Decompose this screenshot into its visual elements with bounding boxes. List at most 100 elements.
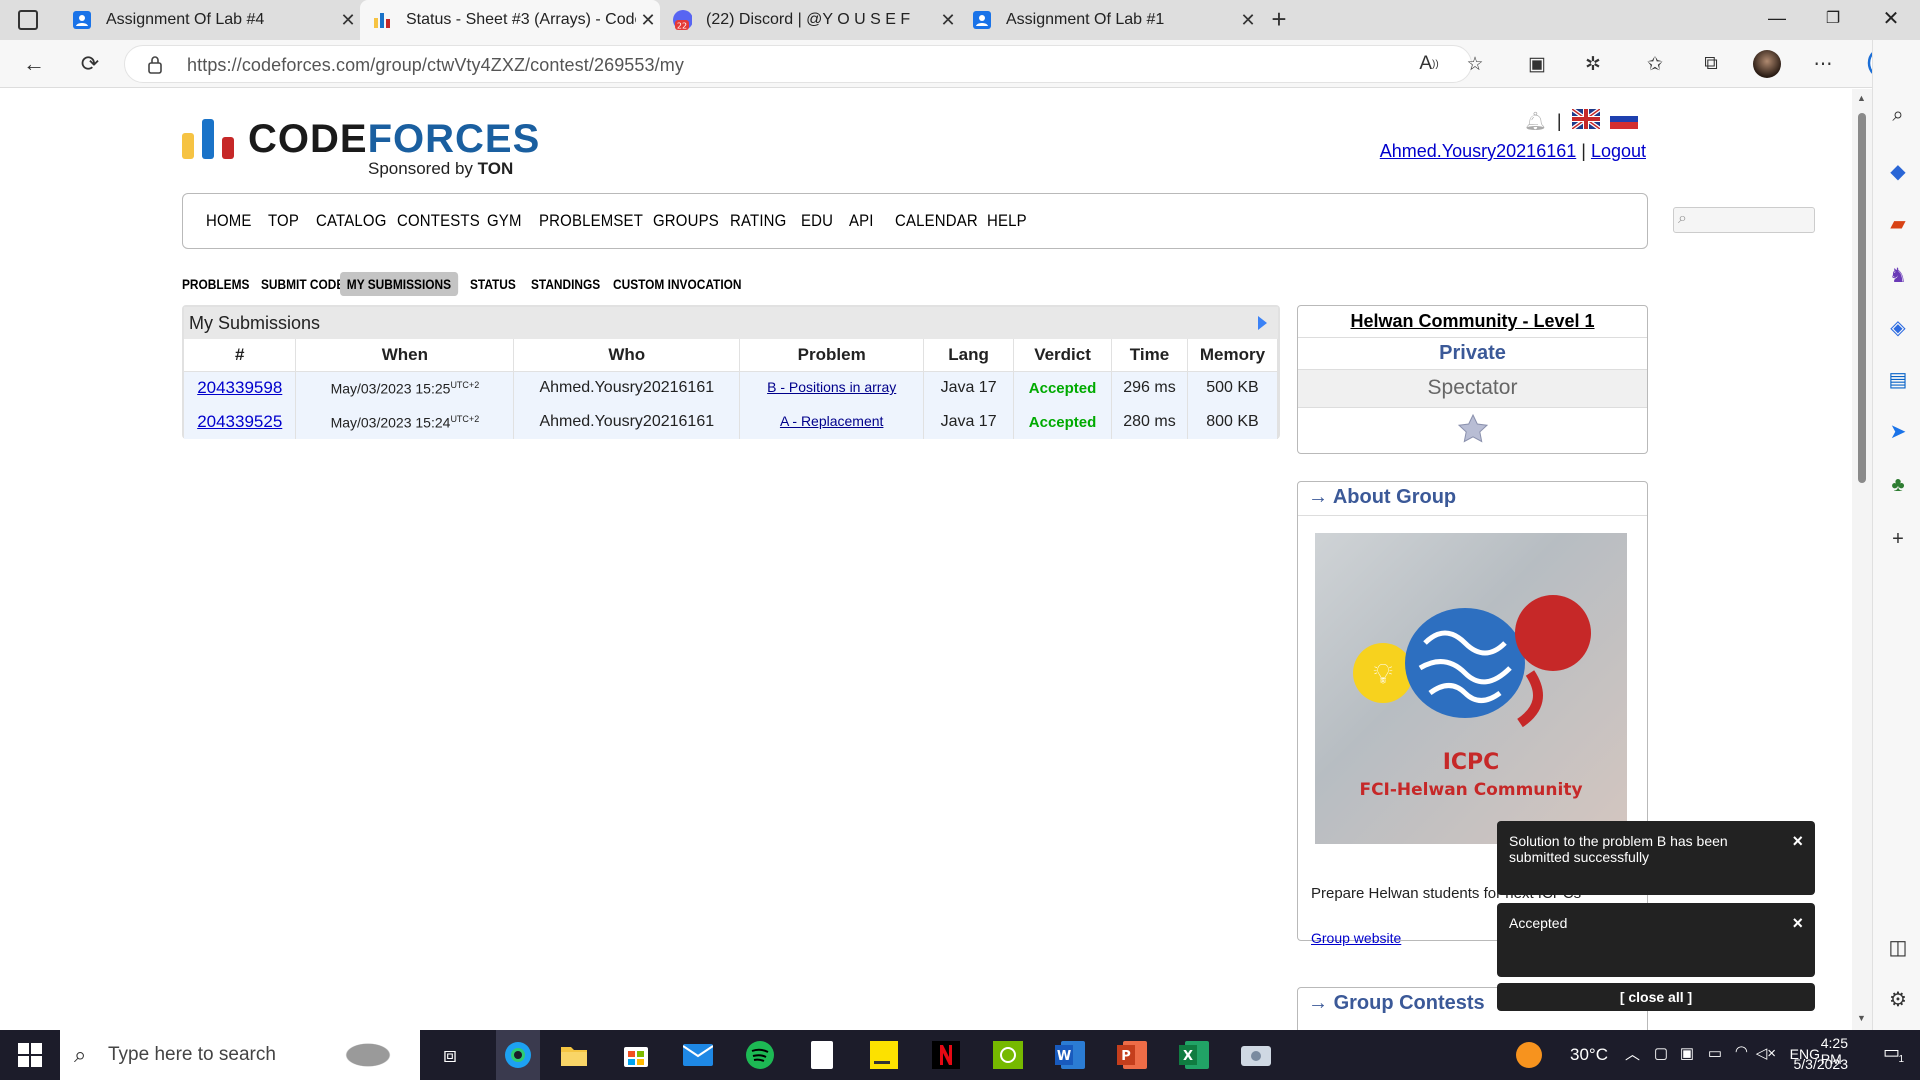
volume-muted-icon[interactable]: ◁× [1756, 1044, 1776, 1062]
subnav-my-submissions[interactable]: MY SUBMISSIONS [340, 272, 458, 296]
tab-assignment-lab-4[interactable]: Assignment Of Lab #4 ✕ [60, 0, 360, 40]
menu-item-gym[interactable]: GYM [487, 211, 522, 231]
column-header[interactable]: Time [1111, 339, 1188, 372]
submission-verdict[interactable]: Accepted [1013, 371, 1113, 405]
lock-icon[interactable] [147, 55, 163, 80]
microsoft-365-icon[interactable]: ◈ [1885, 314, 1911, 340]
close-icon[interactable]: ✕ [636, 10, 660, 31]
extension-icon[interactable]: ▣ [1522, 49, 1552, 79]
add-favorite-icon[interactable]: ☆ [1460, 49, 1490, 79]
subnav-custom-invocation[interactable]: CUSTOM INVOCATION [613, 272, 741, 296]
profile-link[interactable]: Ahmed.Yousry20216161 [1380, 141, 1577, 161]
microsoft-store-icon[interactable] [620, 1039, 652, 1071]
english-flag-icon[interactable] [1570, 107, 1601, 134]
file-explorer-icon[interactable] [558, 1039, 590, 1071]
close-window-button[interactable]: ✕ [1876, 6, 1906, 30]
submission-id-link[interactable]: 204339598 [197, 378, 282, 397]
url-text[interactable]: https://codeforces.com/group/ctwVty4ZXZ/… [187, 55, 684, 76]
favorites-icon[interactable]: ✩ [1640, 49, 1670, 79]
read-aloud-icon[interactable]: A)) [1414, 49, 1444, 79]
close-icon[interactable]: ✕ [936, 10, 960, 31]
tree-icon[interactable]: ♣ [1885, 472, 1911, 498]
nvidia-icon[interactable] [992, 1039, 1024, 1071]
profile-avatar[interactable] [1752, 49, 1782, 79]
word-icon[interactable]: W [1054, 1039, 1086, 1071]
menu-item-calendar[interactable]: CALENDAR [895, 211, 978, 231]
close-all-toasts-button[interactable]: [ close all ] [1497, 983, 1815, 1011]
chevron-up-icon[interactable]: ︿ [1625, 1043, 1640, 1064]
edge-browser-icon[interactable] [496, 1030, 540, 1080]
menu-item-home[interactable]: HOME [206, 211, 252, 231]
send-icon[interactable]: ➤ [1885, 418, 1911, 444]
wifi-icon[interactable]: ◠ [1735, 1042, 1748, 1060]
scrollbar-thumb[interactable] [1858, 113, 1866, 483]
column-header[interactable]: Who [513, 339, 741, 372]
column-header[interactable]: Lang [923, 339, 1015, 372]
group-website-link[interactable]: Group website [1311, 930, 1401, 946]
menu-item-edu[interactable]: EDU [801, 211, 833, 231]
toast-close-button[interactable]: × [1792, 831, 1803, 852]
snipping-tool-icon[interactable] [1240, 1039, 1272, 1071]
problem-link[interactable]: A - Replacement [780, 413, 884, 429]
tab-assignment-lab-1[interactable]: Assignment Of Lab #1 ✕ [960, 0, 1260, 40]
task-view-icon[interactable]: ⧈ [434, 1039, 466, 1071]
battery-icon[interactable]: ▭ [1708, 1044, 1722, 1062]
site-search-input[interactable]: ⌕ [1673, 207, 1815, 233]
shopping-tag-icon[interactable]: ◆ [1885, 158, 1911, 184]
toast-close-button[interactable]: × [1792, 913, 1803, 934]
column-header[interactable]: Memory [1187, 339, 1279, 372]
column-header[interactable]: Problem [739, 339, 925, 372]
clock-date[interactable]: 5/3/2023 [1794, 1056, 1849, 1072]
submission-author[interactable]: Ahmed.Yousry20216161 [513, 405, 741, 439]
excel-icon[interactable]: X [1178, 1039, 1210, 1071]
tray-monitor-icon[interactable]: ▣ [1680, 1044, 1694, 1062]
column-header[interactable]: When [295, 339, 515, 372]
tab-codeforces-status[interactable]: Status - Sheet #3 (Arrays) - Code ✕ [360, 0, 660, 40]
minimize-button[interactable]: — [1762, 8, 1792, 32]
contest-name-link[interactable]: Helwan Community - Level 1 [1350, 311, 1594, 331]
restore-button[interactable]: ❐ [1818, 8, 1848, 32]
logout-link[interactable]: Logout [1591, 141, 1646, 161]
menu-item-catalog[interactable]: CATALOG [316, 211, 387, 231]
windows-start-icon[interactable] [14, 1039, 46, 1071]
notifications-icon[interactable]: ▭ [1883, 1042, 1900, 1063]
collections-icon[interactable]: ⧉ [1696, 49, 1726, 79]
close-icon[interactable]: ✕ [336, 10, 360, 31]
scroll-up-arrow-icon[interactable]: ▲ [1857, 93, 1866, 103]
subnav-problems[interactable]: PROBLEMS [182, 272, 249, 296]
new-tab-button[interactable]: + [1264, 4, 1294, 34]
subnav-standings[interactable]: STANDINGS [531, 272, 600, 296]
menu-item-contests[interactable]: CONTESTS [397, 211, 480, 231]
menu-item-api[interactable]: API [849, 211, 874, 231]
play-arrow-icon[interactable] [1256, 315, 1268, 336]
close-icon[interactable]: ✕ [1236, 10, 1260, 31]
powerpoint-icon[interactable]: P [1116, 1039, 1148, 1071]
mail-icon[interactable] [682, 1039, 714, 1071]
scroll-down-arrow-icon[interactable]: ▼ [1857, 1013, 1866, 1023]
menu-item-problemset[interactable]: PROBLEMSET [539, 211, 643, 231]
submission-verdict[interactable]: Accepted [1013, 405, 1113, 439]
column-header[interactable]: Verdict [1013, 339, 1113, 372]
search-icon[interactable]: ⌕ [1885, 102, 1911, 128]
more-menu-icon[interactable]: ⋯ [1808, 49, 1838, 79]
bell-icon[interactable]: 🔔︎ [1524, 111, 1547, 132]
page-scrollbar[interactable]: ▲ ▼ [1852, 89, 1872, 1030]
problem-link[interactable]: B - Positions in array [767, 379, 896, 395]
tools-briefcase-icon[interactable]: ▰ [1885, 210, 1911, 236]
settings-gear-icon[interactable]: ⚙ [1885, 986, 1911, 1012]
back-button[interactable]: ← [18, 48, 50, 80]
taskbar-search-box[interactable]: ⌕ Type here to search [60, 1030, 420, 1080]
tab-actions-icon[interactable] [18, 10, 38, 30]
menu-item-top[interactable]: TOP [268, 211, 299, 231]
spotify-icon[interactable] [744, 1039, 776, 1071]
menu-item-groups[interactable]: GROUPS [653, 211, 719, 231]
codeforces-logo[interactable]: CODEFORCES Sponsored by TON [182, 117, 539, 178]
submission-author[interactable]: Ahmed.Yousry20216161 [513, 371, 741, 405]
notepad-icon[interactable] [806, 1039, 838, 1071]
star-icon[interactable] [1457, 413, 1489, 448]
subnav-status[interactable]: STATUS [470, 272, 516, 296]
outlook-icon[interactable]: ▤ [1885, 366, 1911, 392]
sidebar-toggle-icon[interactable]: ◫ [1885, 934, 1911, 960]
extensions-puzzle-icon[interactable]: ✲ [1578, 49, 1608, 79]
tab-discord[interactable]: 22 (22) Discord | @Y O U S E F ✕ [660, 0, 960, 40]
